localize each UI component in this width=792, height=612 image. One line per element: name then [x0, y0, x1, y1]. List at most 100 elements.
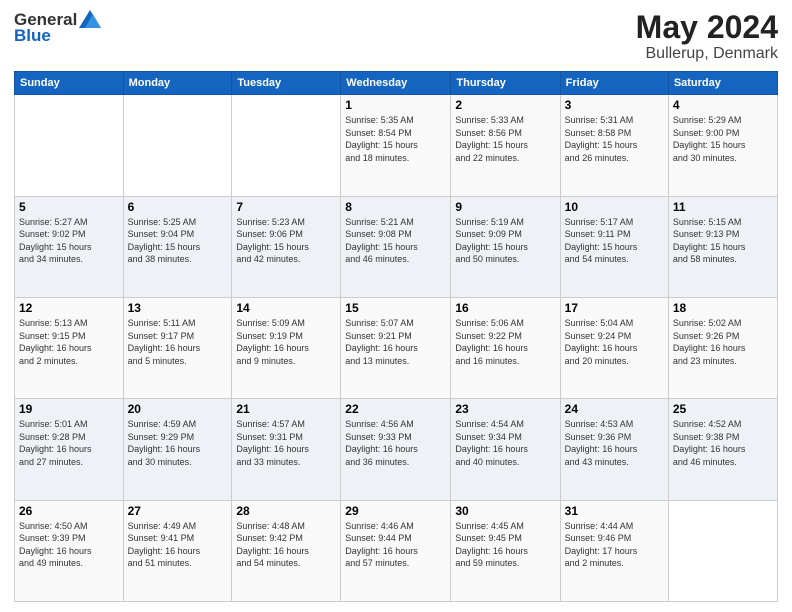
location-title: Bullerup, Denmark	[636, 45, 778, 63]
table-row: 22Sunrise: 4:56 AMSunset: 9:33 PMDayligh…	[341, 399, 451, 500]
table-row: 15Sunrise: 5:07 AMSunset: 9:21 PMDayligh…	[341, 297, 451, 398]
table-row: 23 Sunrise: 4:54 AMSunset: 9:34 PMDayligh…	[451, 399, 560, 500]
day-info: Sunrise: 5:06 AMSunset: 9:22 PMDaylight:…	[455, 317, 555, 367]
day-info: Sunrise: 5:23 AMSunset: 9:06 PMDaylight:…	[236, 216, 336, 266]
table-row: 20 Sunrise: 4:59 AMSunset: 9:29 PMDayligh…	[123, 399, 232, 500]
day-info: Sunrise: 4:53 AMSunset: 9:36 PMDaylight:…	[565, 418, 664, 468]
day-info: Sunrise: 5:04 AMSunset: 9:24 PMDaylight:…	[565, 317, 664, 367]
header-friday: Friday	[560, 72, 668, 95]
table-row: 28 Sunrise: 4:48 AMSunset: 9:42 PMDayligh…	[232, 500, 341, 601]
logo: General Blue	[14, 10, 101, 46]
day-info: Sunrise: 5:31 AMSunset: 8:58 PMDaylight:…	[565, 114, 664, 164]
calendar-header-row: Sunday Monday Tuesday Wednesday Thursday…	[15, 72, 778, 95]
calendar-week-row: 19 Sunrise: 5:01 AMSunset: 9:28 PMDayligh…	[15, 399, 778, 500]
table-row: 29Sunrise: 4:46 AMSunset: 9:44 PMDayligh…	[341, 500, 451, 601]
table-row: 17 Sunrise: 5:04 AMSunset: 9:24 PMDayligh…	[560, 297, 668, 398]
day-info: Sunrise: 4:49 AMSunset: 9:41 PMDaylight:…	[128, 520, 228, 570]
header-saturday: Saturday	[668, 72, 777, 95]
calendar-week-row: 12 Sunrise: 5:13 AMSunset: 9:15 PMDayligh…	[15, 297, 778, 398]
day-info: Sunrise: 4:52 AMSunset: 9:38 PMDaylight:…	[673, 418, 773, 468]
month-title: May 2024	[636, 10, 778, 45]
table-row: 1 Sunrise: 5:35 AMSunset: 8:54 PMDaylight…	[341, 95, 451, 196]
day-number: 16	[455, 301, 555, 315]
table-row: 27 Sunrise: 4:49 AMSunset: 9:41 PMDayligh…	[123, 500, 232, 601]
table-row: 19 Sunrise: 5:01 AMSunset: 9:28 PMDayligh…	[15, 399, 124, 500]
day-info: Sunrise: 5:29 AMSunset: 9:00 PMDaylight:…	[673, 114, 773, 164]
day-info: Sunrise: 4:50 AMSunset: 9:39 PMDaylight:…	[19, 520, 119, 570]
day-number: 14	[236, 301, 336, 315]
table-row: 31 Sunrise: 4:44 AMSunset: 9:46 PMDayligh…	[560, 500, 668, 601]
calendar-week-row: 1 Sunrise: 5:35 AMSunset: 8:54 PMDaylight…	[15, 95, 778, 196]
header: General Blue May 2024 Bullerup, Denmark	[14, 10, 778, 63]
table-row: 6 Sunrise: 5:25 AMSunset: 9:04 PMDaylight…	[123, 196, 232, 297]
day-info: Sunrise: 5:11 AMSunset: 9:17 PMDaylight:…	[128, 317, 228, 367]
day-info: Sunrise: 4:48 AMSunset: 9:42 PMDaylight:…	[236, 520, 336, 570]
day-info: Sunrise: 5:09 AMSunset: 9:19 PMDaylight:…	[236, 317, 336, 367]
table-row: 10Sunrise: 5:17 AMSunset: 9:11 PMDayligh…	[560, 196, 668, 297]
day-info: Sunrise: 4:54 AMSunset: 9:34 PMDaylight:…	[455, 418, 555, 468]
table-row: 2Sunrise: 5:33 AMSunset: 8:56 PMDaylight…	[451, 95, 560, 196]
day-info: Sunrise: 4:46 AMSunset: 9:44 PMDaylight:…	[345, 520, 446, 570]
day-info: Sunrise: 5:07 AMSunset: 9:21 PMDaylight:…	[345, 317, 446, 367]
page-container: General Blue May 2024 Bullerup, Denmark …	[0, 0, 792, 612]
day-info: Sunrise: 5:15 AMSunset: 9:13 PMDaylight:…	[673, 216, 773, 266]
day-info: Sunrise: 4:59 AMSunset: 9:29 PMDaylight:…	[128, 418, 228, 468]
table-row: 24Sunrise: 4:53 AMSunset: 9:36 PMDayligh…	[560, 399, 668, 500]
day-number: 18	[673, 301, 773, 315]
day-number: 4	[673, 98, 773, 112]
day-number: 21	[236, 402, 336, 416]
header-thursday: Thursday	[451, 72, 560, 95]
table-row: 3 Sunrise: 5:31 AMSunset: 8:58 PMDaylight…	[560, 95, 668, 196]
table-row: 14 Sunrise: 5:09 AMSunset: 9:19 PMDayligh…	[232, 297, 341, 398]
day-number: 25	[673, 402, 773, 416]
table-row	[668, 500, 777, 601]
day-number: 23	[455, 402, 555, 416]
day-info: Sunrise: 5:27 AMSunset: 9:02 PMDaylight:…	[19, 216, 119, 266]
table-row: 18 Sunrise: 5:02 AMSunset: 9:26 PMDayligh…	[668, 297, 777, 398]
day-number: 3	[565, 98, 664, 112]
day-number: 12	[19, 301, 119, 315]
day-info: Sunrise: 5:01 AMSunset: 9:28 PMDaylight:…	[19, 418, 119, 468]
table-row: 4 Sunrise: 5:29 AMSunset: 9:00 PMDaylight…	[668, 95, 777, 196]
day-info: Sunrise: 5:35 AMSunset: 8:54 PMDaylight:…	[345, 114, 446, 164]
calendar-week-row: 26Sunrise: 4:50 AMSunset: 9:39 PMDayligh…	[15, 500, 778, 601]
table-row: 12 Sunrise: 5:13 AMSunset: 9:15 PMDayligh…	[15, 297, 124, 398]
logo-icon	[79, 10, 101, 28]
day-info: Sunrise: 5:13 AMSunset: 9:15 PMDaylight:…	[19, 317, 119, 367]
day-number: 17	[565, 301, 664, 315]
table-row	[123, 95, 232, 196]
day-number: 30	[455, 504, 555, 518]
day-info: Sunrise: 4:45 AMSunset: 9:45 PMDaylight:…	[455, 520, 555, 570]
table-row: 30 Sunrise: 4:45 AMSunset: 9:45 PMDayligh…	[451, 500, 560, 601]
day-number: 10	[565, 200, 664, 214]
header-sunday: Sunday	[15, 72, 124, 95]
table-row: 25 Sunrise: 4:52 AMSunset: 9:38 PMDayligh…	[668, 399, 777, 500]
day-info: Sunrise: 5:21 AMSunset: 9:08 PMDaylight:…	[345, 216, 446, 266]
table-row: 9Sunrise: 5:19 AMSunset: 9:09 PMDaylight…	[451, 196, 560, 297]
day-number: 7	[236, 200, 336, 214]
header-wednesday: Wednesday	[341, 72, 451, 95]
day-info: Sunrise: 5:25 AMSunset: 9:04 PMDaylight:…	[128, 216, 228, 266]
day-number: 6	[128, 200, 228, 214]
table-row: 26Sunrise: 4:50 AMSunset: 9:39 PMDayligh…	[15, 500, 124, 601]
day-number: 31	[565, 504, 664, 518]
day-info: Sunrise: 4:44 AMSunset: 9:46 PMDaylight:…	[565, 520, 664, 570]
table-row	[232, 95, 341, 196]
calendar-table: Sunday Monday Tuesday Wednesday Thursday…	[14, 71, 778, 602]
day-info: Sunrise: 5:02 AMSunset: 9:26 PMDaylight:…	[673, 317, 773, 367]
table-row: 5Sunrise: 5:27 AMSunset: 9:02 PMDaylight…	[15, 196, 124, 297]
header-tuesday: Tuesday	[232, 72, 341, 95]
table-row: 21Sunrise: 4:57 AMSunset: 9:31 PMDayligh…	[232, 399, 341, 500]
table-row: 11Sunrise: 5:15 AMSunset: 9:13 PMDayligh…	[668, 196, 777, 297]
table-row: 16 Sunrise: 5:06 AMSunset: 9:22 PMDayligh…	[451, 297, 560, 398]
table-row: 13Sunrise: 5:11 AMSunset: 9:17 PMDayligh…	[123, 297, 232, 398]
day-number: 28	[236, 504, 336, 518]
header-monday: Monday	[123, 72, 232, 95]
day-number: 27	[128, 504, 228, 518]
day-info: Sunrise: 5:33 AMSunset: 8:56 PMDaylight:…	[455, 114, 555, 164]
day-number: 20	[128, 402, 228, 416]
day-number: 22	[345, 402, 446, 416]
day-number: 19	[19, 402, 119, 416]
day-number: 1	[345, 98, 446, 112]
day-number: 9	[455, 200, 555, 214]
